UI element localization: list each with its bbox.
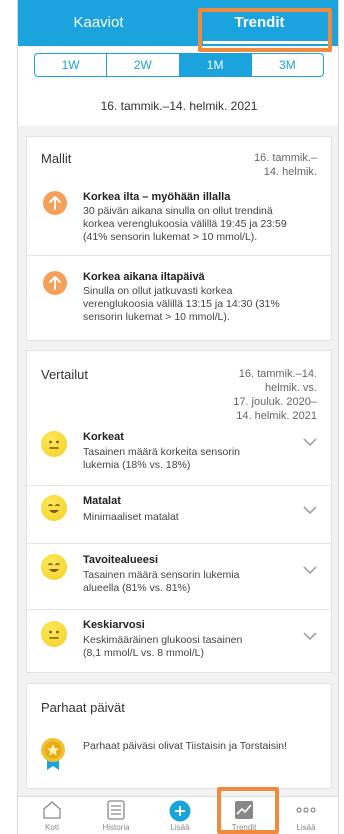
comparison-desc-line1: Tasainen määrä sensorin lukemia: [83, 569, 240, 581]
nav-lisaa-add-label: Lisää: [170, 823, 190, 832]
comparison-description: Tasainen määrä korkeita sensorin lukemia…: [83, 446, 240, 472]
period-option-2w[interactable]: 2W: [107, 54, 180, 76]
chevron-down-icon[interactable]: [303, 565, 317, 575]
pattern-desc-line1: Sinulla on ollut jatkuvasti korkea: [83, 285, 233, 297]
tab-kaaviot-label: Kaaviot: [73, 14, 124, 31]
pattern-description: 30 päivän aikana sinulla on ollut trendi…: [83, 205, 287, 244]
divider: [27, 485, 331, 486]
comparison-description: Keskimääräinen glukoosi tasainen (8,1 mm…: [83, 634, 242, 660]
pattern-desc-line2: verenglukoosia välillä 13:15 ja 14:30 (3…: [83, 298, 280, 310]
comparison-description: Tasainen määrä sensorin lukemia alueella…: [83, 569, 239, 595]
nav-trendit-label: Trendit: [231, 823, 257, 832]
pattern-desc-line2: korkea verenglukoosia välillä 19:45 ja 2…: [83, 218, 287, 230]
comparison-desc-line1: Keskimääräinen glukoosi tasainen: [83, 634, 243, 646]
patterns-date-line2: 14. helmik.: [263, 166, 317, 178]
comparison-desc-line2: alueella (81% vs. 81%): [83, 582, 191, 594]
comparisons-date-line4: 14. helmik. 2021: [236, 410, 317, 422]
nav-lisaa-more-label: Lisää: [296, 823, 316, 832]
best-days-text: Parhaat päiväsi olivat Tiistaisin ja Tor…: [83, 740, 288, 752]
arrow-up-icon: [43, 191, 67, 215]
chevron-down-icon[interactable]: [303, 437, 317, 447]
period-selector-bar: 1W 2W 1M 3M: [18, 46, 338, 86]
comparison-desc-line1: Tasainen määrä korkeita sensorin: [83, 446, 240, 458]
tab-trendit[interactable]: Trendit: [179, 0, 338, 46]
tab-kaaviot[interactable]: Kaaviot: [18, 0, 179, 46]
neutral-face-icon: [41, 431, 67, 457]
nav-historia[interactable]: Historia: [84, 797, 148, 834]
pattern-desc-line3: sensorin lukemat > 10 mmol/L).: [83, 311, 230, 323]
nav-lisaa-more[interactable]: Lisää: [274, 797, 338, 834]
period-option-1w[interactable]: 1W: [35, 54, 108, 76]
comparisons-date: 16. tammik.–14. helmik. vs. 17. jouluk. …: [233, 367, 317, 423]
plus-circle-icon: [169, 800, 191, 822]
divider: [27, 543, 331, 544]
nav-lisaa-add[interactable]: Lisää: [148, 797, 212, 834]
active-tab-indicator: [203, 41, 330, 44]
divider: [27, 609, 331, 610]
neutral-face-icon: [41, 621, 67, 647]
comparison-desc-line1: Minimaaliset matalat: [83, 511, 179, 523]
nav-historia-label: Historia: [102, 823, 130, 832]
trends-screen: Kaaviot Trendit 1W 2W 1M 3M 16. tammik.–…: [17, 0, 339, 834]
pattern-title: Korkea aikana iltapäivä: [83, 271, 205, 283]
best-days-title: Parhaat päivät: [41, 700, 125, 715]
patterns-title: Mallit: [41, 151, 72, 166]
comparison-title: Keskiarvosi: [83, 619, 145, 631]
arrow-up-icon: [43, 271, 67, 295]
period-option-1m[interactable]: 1M: [179, 54, 252, 76]
pattern-desc-line3: (41% sensorin lukemat > 10 mmol/L).: [83, 231, 258, 243]
comparisons-title: Vertailut: [41, 367, 88, 382]
period-option-3m[interactable]: 3M: [252, 54, 323, 76]
bottom-navigation: Koti Historia Lisää Trendit Lisää: [18, 796, 338, 834]
best-days-card: Parhaat päivät Parhaat päiväsi olivat Ti…: [26, 683, 332, 789]
comparison-title: Korkeat: [83, 431, 124, 443]
comparisons-date-line2: helmik. vs.: [265, 382, 317, 394]
pattern-description: Sinulla on ollut jatkuvasti korkea veren…: [83, 285, 280, 324]
comparison-desc-line2: lukemia (18% vs. 18%): [83, 459, 191, 471]
home-icon: [43, 801, 61, 819]
comparisons-date-line1: 16. tammik.–14.: [238, 368, 317, 380]
pattern-title: Korkea ilta – myöhään illalla: [83, 191, 231, 203]
nav-koti[interactable]: Koti: [20, 797, 84, 834]
medal-icon: [39, 736, 67, 772]
period-segmented-control: 1W 2W 1M 3M: [34, 53, 324, 77]
patterns-date: 16. tammik.– 14. helmik.: [254, 151, 317, 179]
patterns-date-line1: 16. tammik.–: [254, 152, 317, 164]
date-range-label: 16. tammik.–14. helmik. 2021: [18, 86, 338, 126]
comparisons-card: Vertailut 16. tammik.–14. helmik. vs. 17…: [26, 350, 332, 673]
comparisons-date-line3: 17. jouluk. 2020–: [233, 396, 317, 408]
list-icon: [107, 800, 125, 820]
comparison-desc-line2: (8,1 mmol/L vs. 8 mmol/L): [83, 647, 204, 659]
nav-koti-label: Koti: [45, 823, 59, 832]
chevron-down-icon[interactable]: [303, 631, 317, 641]
divider: [27, 255, 331, 256]
nav-trendit[interactable]: Trendit: [212, 797, 276, 834]
top-tab-bar: Kaaviot Trendit: [18, 0, 338, 46]
pattern-desc-line1: 30 päivän aikana sinulla on ollut trendi…: [83, 205, 273, 217]
trend-chart-icon: [235, 801, 253, 819]
smiling-face-icon: [41, 495, 67, 521]
comparison-description: Minimaaliset matalat: [83, 511, 179, 524]
comparison-title: Matalat: [83, 495, 121, 507]
chevron-down-icon[interactable]: [303, 505, 317, 515]
comparison-title: Tavoitealueesi: [83, 554, 158, 566]
patterns-card: Mallit 16. tammik.– 14. helmik. Korkea i…: [26, 136, 332, 341]
tab-trendit-label: Trendit: [234, 14, 285, 31]
more-dots-icon: [296, 807, 316, 813]
smiling-face-icon: [41, 554, 67, 580]
